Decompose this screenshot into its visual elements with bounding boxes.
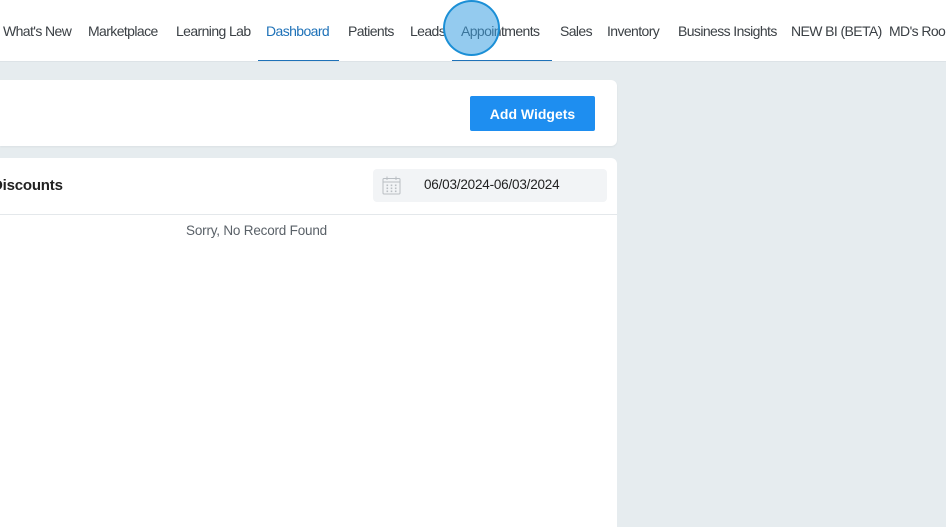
hover-tab-underline	[452, 60, 552, 61]
nav-item-sales[interactable]: Sales	[560, 0, 593, 61]
discounts-widget: Discounts 06/03/2024-0	[0, 158, 617, 527]
nav-item-dashboard[interactable]: Dashboard	[266, 0, 330, 61]
calendar-icon	[382, 176, 401, 195]
widget-header: Discounts 06/03/2024-0	[0, 158, 617, 215]
date-range-value: 06/03/2024-06/03/2024	[424, 177, 560, 192]
nav-item-mds-room[interactable]: MD's Room	[889, 0, 946, 61]
nav-item-appointments[interactable]: Appointments	[461, 0, 540, 61]
nav-item-new-bi-beta[interactable]: NEW BI (BETA)	[791, 0, 882, 61]
active-tab-underline	[258, 60, 339, 61]
nav-item-inventory[interactable]: Inventory	[607, 0, 660, 61]
nav-item-patients[interactable]: Patients	[348, 0, 394, 61]
nav-item-learning-lab[interactable]: Learning Lab	[176, 0, 251, 61]
dashboard-toolbar: Add Widgets	[0, 80, 617, 146]
add-widgets-button[interactable]: Add Widgets	[470, 96, 595, 131]
empty-state-message: Sorry, No Record Found	[186, 223, 327, 238]
nav-item-whats-new[interactable]: What's New	[3, 0, 72, 61]
date-range-picker[interactable]: 06/03/2024-06/03/2024	[373, 169, 607, 202]
nav-item-business-insights[interactable]: Business Insights	[678, 0, 777, 61]
top-nav: What's New Marketplace Learning Lab Dash…	[0, 0, 946, 62]
widget-title: Discounts	[0, 177, 63, 194]
nav-item-leads[interactable]: Leads	[410, 0, 446, 61]
nav-item-marketplace[interactable]: Marketplace	[88, 0, 158, 61]
